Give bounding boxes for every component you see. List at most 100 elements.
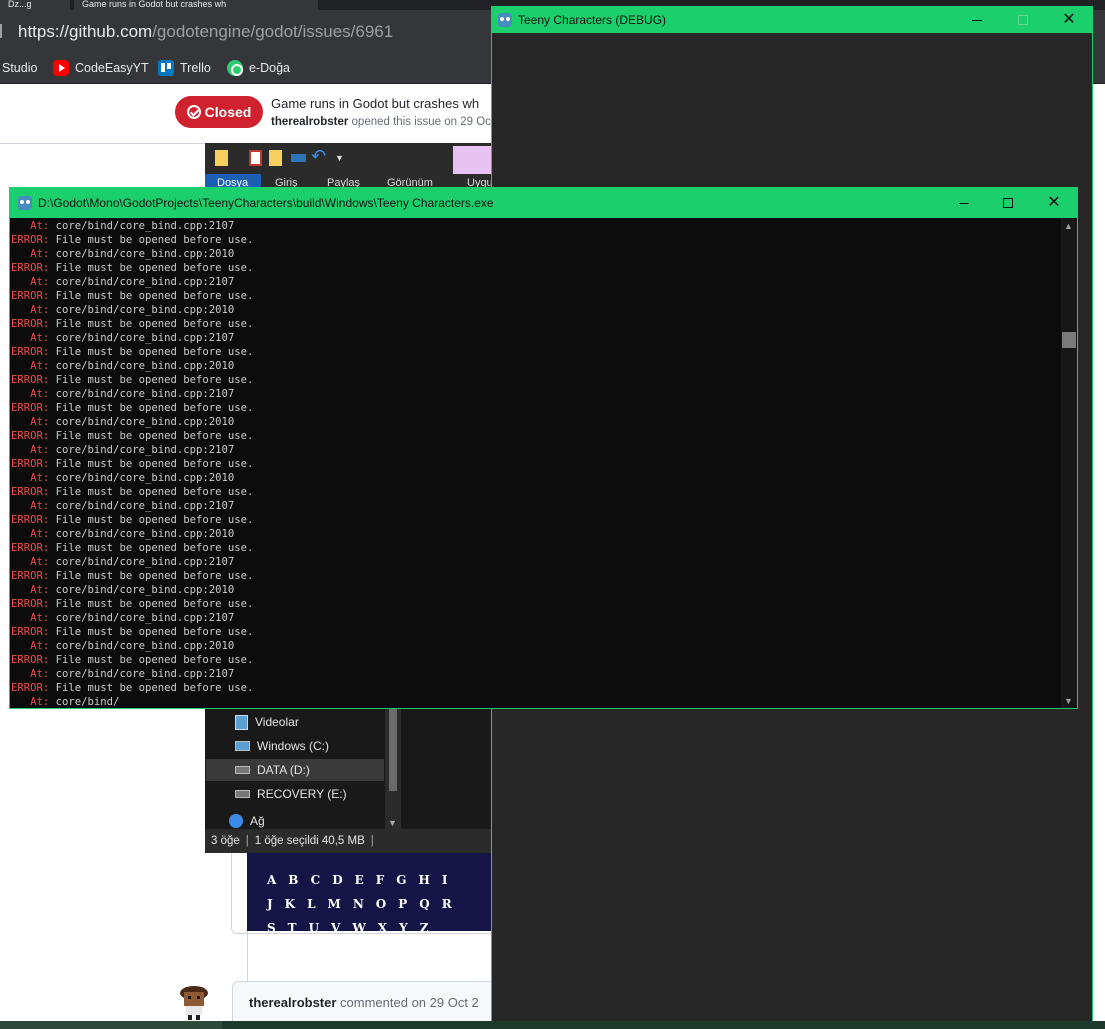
log-level-label: ERROR: (11, 626, 50, 638)
log-level-label: ERROR: (11, 598, 50, 610)
browser-tab-label: Game runs in Godot but crashes wh (82, 0, 227, 9)
log-message: File must be opened before use. (49, 318, 254, 330)
nav-item-windows-c[interactable]: Windows (C:) (235, 735, 385, 757)
log-message: File must be opened before use. (49, 290, 254, 302)
bookmark-studio[interactable]: Studio (2, 59, 37, 77)
minimize-button[interactable] (941, 190, 987, 216)
ribbon-tabs: Dosya Giriş Paylaş Görünüm Uygu (205, 174, 493, 189)
nav-item-data-d[interactable]: DATA (D:) (206, 759, 384, 781)
log-level-label: At: (11, 444, 50, 456)
log-level-label: At: (11, 668, 50, 680)
bookmark-codeeasyyt[interactable]: CodeEasyYT (53, 59, 149, 77)
quick-access-toolbar: ↶ ▼ (205, 143, 492, 174)
log-level-label: ERROR: (11, 402, 50, 414)
close-button[interactable]: ✕ (1046, 7, 1092, 33)
log-level-label: ERROR: (11, 458, 50, 470)
log-message: core/bind/core_bind.cpp:2107 (49, 220, 235, 232)
console-log-line: ERROR: File must be opened before use. (10, 233, 1061, 247)
issue-meta-text: opened this issue on 29 Oc (348, 116, 491, 128)
console-output[interactable]: At: core/bind/core_bind.cpp:2107 ERROR: F… (10, 218, 1061, 708)
checklist-icon[interactable] (249, 150, 262, 166)
log-message: core/bind/core_bind.cpp:2010 (49, 640, 235, 652)
log-level-label: ERROR: (11, 430, 50, 442)
commenter-avatar[interactable] (174, 981, 214, 1021)
close-button[interactable]: ✕ (1031, 190, 1077, 216)
log-level-label: At: (11, 276, 50, 288)
bookmark-label: Trello (180, 61, 211, 75)
log-level-label: ERROR: (11, 234, 50, 246)
issue-status-badge: Closed (175, 96, 263, 128)
font-preview-image: ABCDEFGHI JKLMNOPQR STUVWXYZ (247, 853, 492, 931)
navigation-scrollbar[interactable]: ▼ (385, 706, 401, 830)
log-level-label: At: (11, 416, 50, 428)
rename-icon[interactable] (291, 154, 306, 162)
log-message: core/bind/core_bind.cpp:2107 (49, 388, 235, 400)
nav-item-network[interactable]: Ağ (229, 814, 379, 828)
status-item-count: 3 öğe (211, 835, 240, 847)
maximize-button[interactable] (985, 190, 1031, 216)
console-titlebar[interactable]: D:\Godot\Mono\GodotProjects\TeenyCharact… (10, 188, 1077, 218)
status-selection: 1 öğe seçildi 40,5 MB (254, 835, 365, 847)
taskbar (0, 1021, 1105, 1029)
log-level-label: At: (11, 500, 50, 512)
console-log-line: ERROR: File must be opened before use. (10, 317, 1061, 331)
console-scrollbar[interactable]: ▲ ▼ (1061, 218, 1077, 708)
log-level-label: At: (11, 360, 50, 372)
nav-item-videos[interactable]: Videolar (235, 711, 385, 733)
console-window[interactable]: D:\Godot\Mono\GodotProjects\TeenyCharact… (9, 187, 1078, 709)
browser-tab[interactable]: Dz...g (0, 0, 70, 10)
browser-tab-active[interactable]: Game runs in Godot but crashes wh (74, 0, 318, 10)
game-window-titlebar[interactable]: Teeny Characters (DEBUG) ✕ (492, 7, 1092, 33)
minimize-button[interactable] (954, 7, 1000, 33)
bookmark-trello[interactable]: Trello (158, 59, 211, 77)
console-log-line: At: core/bind/core_bind.cpp:2107 (10, 331, 1061, 345)
scroll-up-arrow-icon[interactable]: ▲ (1064, 221, 1073, 231)
maximize-button[interactable] (1000, 7, 1046, 33)
issue-status-label: Closed (204, 104, 252, 120)
issue-author-link[interactable]: therealrobster (271, 116, 348, 128)
console-log-line: ERROR: File must be opened before use. (10, 457, 1061, 471)
log-message: File must be opened before use. (49, 458, 254, 470)
log-level-label: At: (11, 640, 50, 652)
nav-item-label: Ağ (250, 814, 265, 828)
log-message: core/bind/core_bind.cpp:2010 (49, 528, 235, 540)
console-log-line: ERROR: File must be opened before use. (10, 569, 1061, 583)
scroll-down-arrow-icon[interactable]: ▼ (388, 818, 397, 828)
log-message: core/bind/core_bind.cpp:2107 (49, 556, 235, 568)
console-log-line: At: core/bind/core_bind.cpp:2107 (10, 499, 1061, 513)
console-log-line: ERROR: File must be opened before use. (10, 401, 1061, 415)
new-folder-icon[interactable] (269, 150, 282, 166)
log-message: File must be opened before use. (49, 542, 254, 554)
bookmark-edoga[interactable]: e-Doğa (227, 59, 290, 77)
log-message: File must be opened before use. (49, 654, 254, 666)
console-scroll-thumb[interactable] (1062, 332, 1076, 348)
lock-icon[interactable] (0, 24, 6, 38)
console-log-line: At: core/bind/core_bind.cpp:2107 (10, 275, 1061, 289)
log-level-label: At: (11, 388, 50, 400)
taskbar-search-area[interactable] (0, 1021, 222, 1029)
console-log-line: ERROR: File must be opened before use. (10, 345, 1061, 359)
customize-toolbar-icon[interactable]: ▼ (335, 153, 348, 169)
log-message: File must be opened before use. (49, 430, 254, 442)
address-url[interactable]: https://github.com/godotengine/godot/iss… (18, 22, 393, 42)
godot-icon (498, 13, 512, 27)
comment-header: therealrobster commented on 29 Oct 2 (232, 981, 492, 1025)
log-level-label: At: (11, 304, 50, 316)
log-message: core/bind/core_bind.cpp:2010 (49, 416, 235, 428)
ribbon-tab-file[interactable]: Dosya (205, 174, 261, 189)
console-log-line: At: core/bind/core_bind.cpp:2107 (10, 611, 1061, 625)
console-log-line: ERROR: File must be opened before use. (10, 625, 1061, 639)
undo-icon[interactable]: ↶ (311, 146, 329, 166)
navigation-scroll-thumb[interactable] (389, 706, 397, 791)
log-level-label: ERROR: (11, 514, 50, 526)
console-log-line: ERROR: File must be opened before use. (10, 597, 1061, 611)
log-level-label: ERROR: (11, 542, 50, 554)
properties-icon[interactable] (215, 150, 228, 166)
font-preview-row: JKLMNOPQR (267, 897, 464, 911)
scroll-down-arrow-icon[interactable]: ▼ (1064, 696, 1073, 706)
nav-item-recovery-e[interactable]: RECOVERY (E:) (235, 783, 385, 805)
console-log-line: At: core/bind/core_bind.cpp:2107 (10, 443, 1061, 457)
comment-author-link[interactable]: therealrobster (249, 995, 336, 1010)
explorer-status-bar: 3 öğe | 1 öğe seçildi 40,5 MB | (205, 829, 492, 853)
bookmark-label: CodeEasyYT (75, 61, 149, 75)
